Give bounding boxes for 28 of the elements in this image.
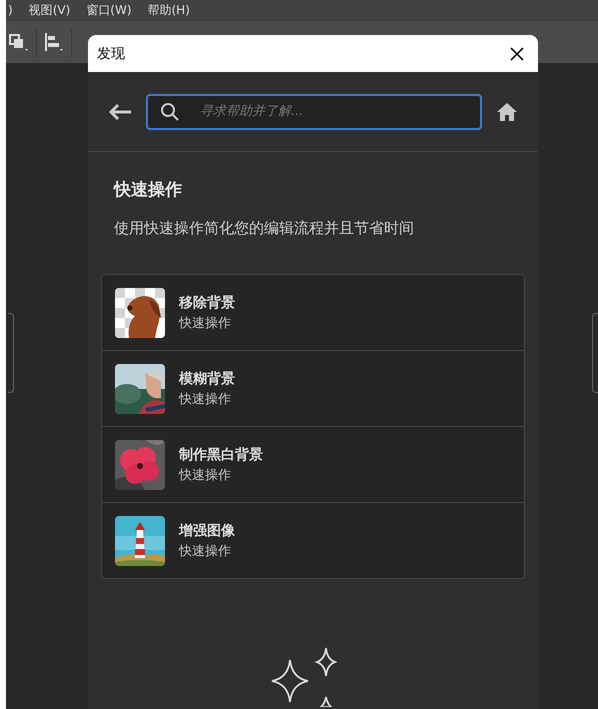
action-subtitle: 快速操作 xyxy=(179,542,232,560)
search-icon xyxy=(160,102,180,122)
menu-item[interactable]: 视图(V) xyxy=(26,2,72,18)
align-icon[interactable] xyxy=(43,32,65,52)
arrange-icon[interactable] xyxy=(8,32,30,52)
action-title: 制作黑白背景 xyxy=(179,446,263,464)
section-heading: 快速操作 xyxy=(114,179,183,201)
action-subtitle: 快速操作 xyxy=(179,390,232,408)
action-subtitle: 快速操作 xyxy=(179,466,232,484)
action-item[interactable]: 制作黑白背景 快速操作 xyxy=(102,426,524,502)
action-subtitle: 快速操作 xyxy=(179,314,232,332)
action-title: 移除背景 xyxy=(179,294,235,312)
action-title: 模糊背景 xyxy=(179,370,235,388)
panel-handle[interactable] xyxy=(8,313,14,393)
section-description: 使用快速操作简化您的编辑流程并且节省时间 xyxy=(114,219,415,238)
menu-item[interactable]: 帮助(H) xyxy=(146,2,192,18)
action-item[interactable]: 移除背景 快速操作 xyxy=(102,275,524,350)
action-item[interactable]: 增强图像 快速操作 xyxy=(102,502,524,578)
menu-item[interactable]: ) xyxy=(6,2,15,18)
action-item[interactable]: 模糊背景 快速操作 xyxy=(102,350,524,426)
back-arrow-icon[interactable] xyxy=(108,102,132,120)
dialog-title: 发现 xyxy=(97,44,125,62)
home-icon[interactable] xyxy=(496,102,518,122)
close-icon[interactable] xyxy=(510,46,524,60)
search-field[interactable]: 寻求帮助并了解... xyxy=(146,94,482,130)
action-title: 增强图像 xyxy=(179,522,235,540)
panel-handle[interactable] xyxy=(592,313,598,393)
menu-item[interactable]: 窗口(W) xyxy=(84,2,134,18)
